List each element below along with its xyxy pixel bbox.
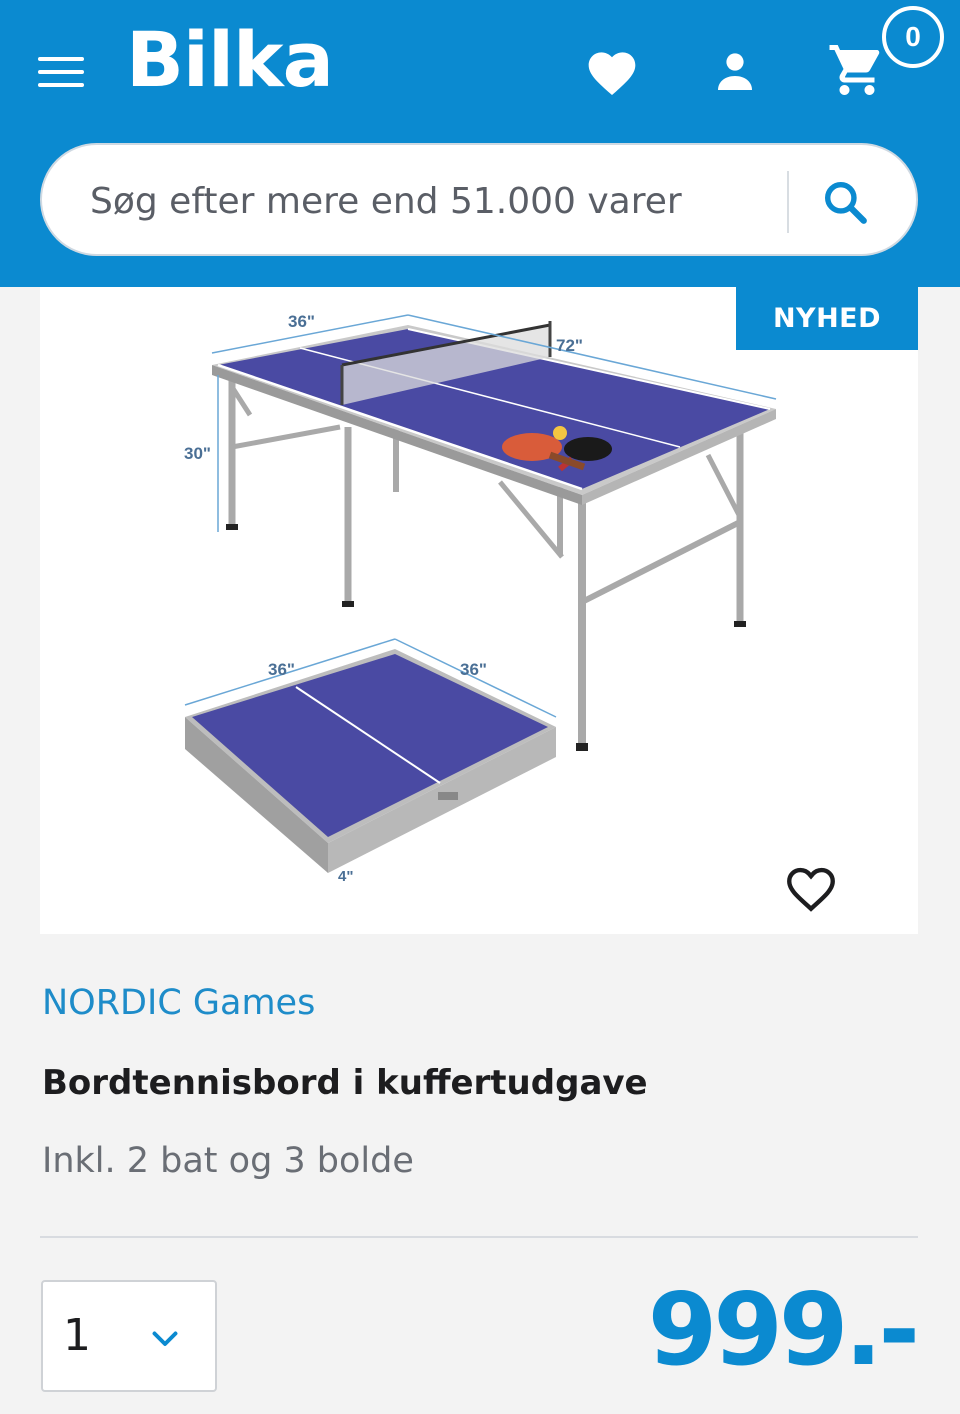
dim-folded-left-label: 36" (268, 660, 295, 679)
product-subtitle: Inkl. 2 bat og 3 bolde (42, 1141, 414, 1181)
dim-height-label: 30" (184, 444, 211, 463)
search-input[interactable] (90, 165, 770, 237)
quantity-select[interactable]: 1 (41, 1280, 217, 1392)
search-button[interactable] (810, 167, 880, 237)
dim-folded-depth-label: 4" (338, 868, 353, 885)
new-badge: NYHED (736, 287, 918, 350)
top-header: Bilka 0 (0, 0, 960, 287)
search-icon (824, 181, 867, 224)
dim-folded-right-label: 36" (460, 660, 487, 679)
chevron-down-icon (152, 1331, 178, 1346)
search-bar (40, 143, 918, 256)
ping-pong-table-image: 36" 72" 30" 36" 36" 4" (184, 312, 777, 885)
hamburger-menu-icon[interactable] (38, 55, 86, 89)
folded-table (184, 638, 557, 873)
product-image-card[interactable]: 36" 72" 30" 36" 36" 4" NYHED (40, 287, 918, 934)
dim-length-label: 72" (556, 336, 583, 355)
divider (40, 1236, 918, 1238)
search-divider (787, 171, 789, 233)
brand-link[interactable]: NORDIC Games (42, 983, 315, 1023)
user-icon[interactable] (710, 48, 760, 96)
heart-outline-icon[interactable] (782, 860, 840, 914)
quantity-value: 1 (63, 1310, 91, 1361)
bilka-logo[interactable]: Bilka (126, 22, 334, 98)
heart-icon[interactable] (584, 45, 640, 97)
dim-width-label: 36" (288, 312, 315, 331)
product-title[interactable]: Bordtennisbord i kuffertudgave (42, 1063, 648, 1103)
cart-count-badge: 0 (882, 6, 944, 68)
product-price: 999.- (647, 1271, 920, 1388)
shopping-cart-icon[interactable] (826, 40, 888, 100)
